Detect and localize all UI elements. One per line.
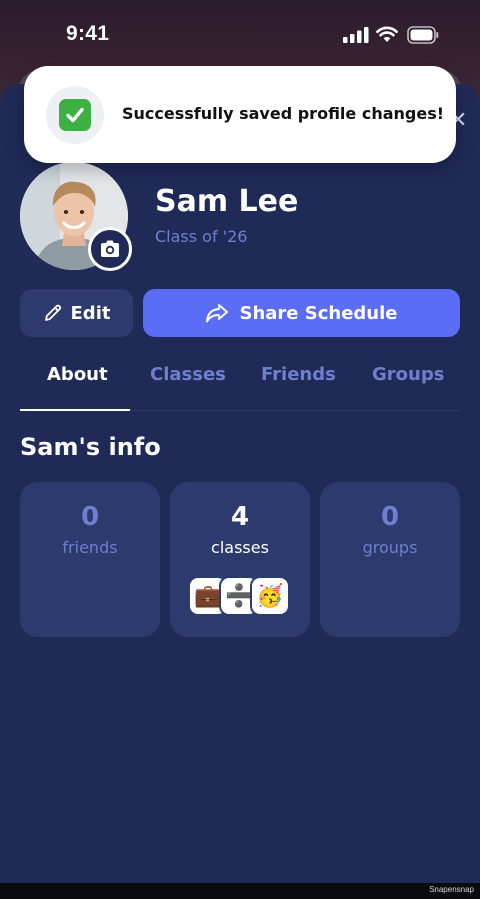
groups-stat-card[interactable]: 0 groups bbox=[320, 482, 460, 637]
active-tab-indicator bbox=[20, 409, 130, 411]
classes-stat-card[interactable]: 4 classes 💼 ➗ 🥳 bbox=[170, 482, 310, 637]
tab-groups[interactable]: Groups bbox=[372, 364, 444, 385]
status-time: 9:41 bbox=[66, 22, 110, 45]
profile-tabs: About Classes Friends Groups bbox=[20, 358, 460, 411]
cellular-signal-icon bbox=[343, 27, 369, 43]
class-emoji-stack: 💼 ➗ 🥳 bbox=[188, 576, 298, 616]
friends-label: friends bbox=[62, 538, 118, 557]
status-bar: 9:41 bbox=[0, 0, 480, 70]
share-schedule-button[interactable]: Share Schedule bbox=[143, 289, 460, 337]
success-toast[interactable]: Successfully saved profile changes! bbox=[24, 66, 456, 163]
check-mark-icon bbox=[59, 99, 91, 131]
groups-count: 0 bbox=[380, 502, 400, 532]
toast-icon-container bbox=[46, 86, 104, 144]
tab-classes[interactable]: Classes bbox=[150, 364, 226, 385]
toast-message: Successfully saved profile changes! bbox=[122, 104, 445, 123]
friends-stat-card[interactable]: 0 friends bbox=[20, 482, 160, 637]
watermark: Snapensnap bbox=[429, 885, 474, 894]
friends-count: 0 bbox=[80, 502, 100, 532]
battery-icon bbox=[407, 26, 439, 44]
info-section-title: Sam's info bbox=[20, 433, 161, 461]
tab-about[interactable]: About bbox=[47, 364, 108, 385]
change-photo-button[interactable] bbox=[88, 227, 132, 271]
profile-name: Sam Lee bbox=[155, 184, 299, 219]
bottom-bar bbox=[0, 883, 480, 899]
edit-profile-button[interactable]: Edit bbox=[20, 289, 133, 337]
share-arrow-icon bbox=[206, 304, 229, 323]
groups-label: groups bbox=[362, 538, 418, 557]
camera-icon bbox=[101, 240, 119, 257]
pencil-icon bbox=[44, 304, 61, 321]
edit-label: Edit bbox=[70, 302, 111, 324]
party-face-emoji-icon: 🥳 bbox=[250, 576, 290, 616]
share-schedule-label: Share Schedule bbox=[239, 302, 398, 324]
wifi-icon bbox=[376, 26, 398, 42]
classes-label: classes bbox=[211, 538, 269, 557]
tab-friends[interactable]: Friends bbox=[261, 364, 336, 385]
profile-class-year: Class of '26 bbox=[155, 227, 248, 246]
classes-count: 4 bbox=[230, 502, 250, 532]
